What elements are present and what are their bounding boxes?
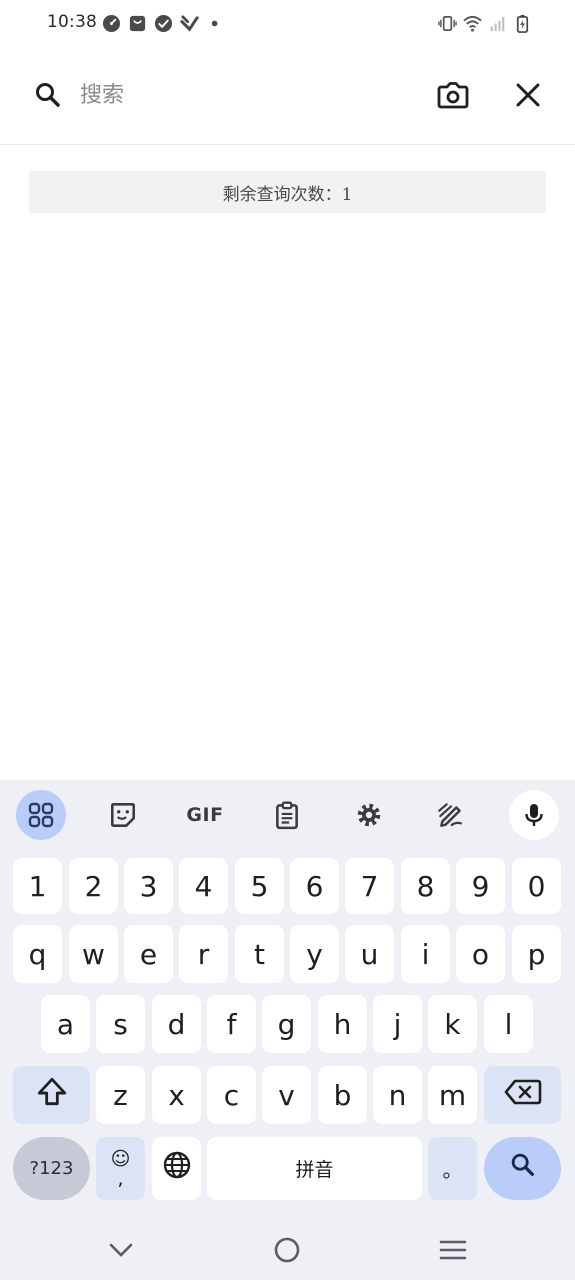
back-button[interactable] bbox=[101, 1232, 141, 1272]
search-header bbox=[0, 48, 575, 145]
camera-button[interactable] bbox=[432, 74, 474, 116]
language-key[interactable] bbox=[152, 1137, 201, 1200]
emoji-icon: ☺ bbox=[110, 1147, 131, 1170]
sticker-button[interactable] bbox=[98, 790, 148, 840]
wifi-icon bbox=[463, 14, 482, 33]
clipboard-button[interactable] bbox=[262, 790, 312, 840]
quota-text: 剩余查询次数：1 bbox=[222, 184, 353, 205]
recents-menu-icon bbox=[438, 1235, 468, 1269]
settings-button[interactable] bbox=[344, 790, 394, 840]
home-circle-icon bbox=[272, 1235, 302, 1269]
navigation-bar bbox=[0, 1220, 575, 1280]
key-k[interactable]: k bbox=[428, 995, 477, 1053]
camera-icon bbox=[432, 82, 474, 120]
key-2[interactable]: 2 bbox=[69, 858, 118, 914]
quota-banner: 剩余查询次数：1 bbox=[29, 171, 546, 213]
key-h[interactable]: h bbox=[318, 995, 367, 1053]
backspace-icon bbox=[503, 1077, 543, 1114]
key-f[interactable]: f bbox=[207, 995, 256, 1053]
key-e[interactable]: e bbox=[124, 925, 173, 983]
key-g[interactable]: g bbox=[262, 995, 311, 1053]
handwriting-button[interactable] bbox=[426, 790, 476, 840]
vibrate-icon bbox=[438, 14, 457, 33]
shopping-bag-icon bbox=[128, 14, 147, 33]
key-v[interactable]: v bbox=[262, 1066, 311, 1124]
close-button[interactable] bbox=[507, 74, 549, 116]
key-u[interactable]: u bbox=[345, 925, 394, 983]
globe-icon bbox=[162, 1150, 192, 1187]
key-1[interactable]: 1 bbox=[13, 858, 62, 914]
clipboard-icon bbox=[272, 800, 302, 830]
settings-gear-icon bbox=[354, 800, 384, 830]
cast-icon bbox=[180, 14, 199, 33]
microphone-icon bbox=[520, 801, 548, 829]
key-q[interactable]: q bbox=[13, 925, 62, 983]
status-time: 10:38 bbox=[47, 12, 97, 32]
key-d[interactable]: d bbox=[152, 995, 201, 1053]
recents-button[interactable] bbox=[433, 1232, 473, 1272]
key-w[interactable]: w bbox=[69, 925, 118, 983]
handwriting-icon bbox=[436, 800, 466, 830]
key-b[interactable]: b bbox=[318, 1066, 367, 1124]
key-l[interactable]: l bbox=[484, 995, 533, 1053]
key-3[interactable]: 3 bbox=[124, 858, 173, 914]
search-enter-key[interactable] bbox=[484, 1137, 561, 1200]
microphone-button[interactable] bbox=[509, 790, 559, 840]
shift-arrow-icon bbox=[35, 1075, 69, 1116]
close-icon bbox=[507, 83, 549, 120]
emoji-comma-key[interactable]: ☺ , bbox=[96, 1137, 145, 1200]
search-input[interactable] bbox=[80, 74, 410, 116]
backspace-key[interactable] bbox=[484, 1066, 561, 1124]
key-4[interactable]: 4 bbox=[179, 858, 228, 914]
key-n[interactable]: n bbox=[373, 1066, 422, 1124]
key-s[interactable]: s bbox=[96, 995, 145, 1053]
apps-grid-icon bbox=[27, 801, 55, 829]
key-x[interactable]: x bbox=[152, 1066, 201, 1124]
key-5[interactable]: 5 bbox=[235, 858, 284, 914]
battery-charging-icon bbox=[513, 14, 532, 33]
key-r[interactable]: r bbox=[179, 925, 228, 983]
keyboard: GIF 1 2 3 4 5 6 7 8 9 0 q w e r t y u i … bbox=[0, 780, 575, 1220]
key-c[interactable]: c bbox=[207, 1066, 256, 1124]
key-i[interactable]: i bbox=[401, 925, 450, 983]
key-0[interactable]: 0 bbox=[512, 858, 561, 914]
key-7[interactable]: 7 bbox=[345, 858, 394, 914]
home-button[interactable] bbox=[267, 1232, 307, 1272]
key-6[interactable]: 6 bbox=[290, 858, 339, 914]
key-m[interactable]: m bbox=[428, 1066, 477, 1124]
key-a[interactable]: a bbox=[41, 995, 90, 1053]
speedometer-icon bbox=[102, 14, 121, 33]
sticker-icon bbox=[108, 800, 138, 830]
shift-key[interactable] bbox=[13, 1066, 90, 1124]
gif-button[interactable]: GIF bbox=[180, 790, 230, 840]
key-z[interactable]: z bbox=[96, 1066, 145, 1124]
key-8[interactable]: 8 bbox=[401, 858, 450, 914]
comma-label: , bbox=[117, 1167, 124, 1190]
search-icon[interactable] bbox=[32, 79, 64, 111]
key-y[interactable]: y bbox=[290, 925, 339, 983]
status-bar: 10:38 bbox=[0, 0, 575, 48]
check-circle-icon bbox=[154, 14, 173, 33]
key-o[interactable]: o bbox=[456, 925, 505, 983]
key-t[interactable]: t bbox=[235, 925, 284, 983]
period-key[interactable]: 。 bbox=[428, 1137, 477, 1200]
gif-label: GIF bbox=[186, 804, 224, 826]
back-chevron-icon bbox=[106, 1235, 136, 1269]
signal-icon bbox=[489, 14, 508, 33]
key-9[interactable]: 9 bbox=[456, 858, 505, 914]
dot-icon bbox=[207, 14, 226, 33]
space-key[interactable]: 拼音 bbox=[207, 1137, 422, 1200]
symbols-key[interactable]: ?123 bbox=[13, 1137, 90, 1200]
key-p[interactable]: p bbox=[512, 925, 561, 983]
search-icon bbox=[508, 1150, 538, 1187]
key-j[interactable]: j bbox=[373, 995, 422, 1053]
apps-grid-button[interactable] bbox=[16, 790, 66, 840]
